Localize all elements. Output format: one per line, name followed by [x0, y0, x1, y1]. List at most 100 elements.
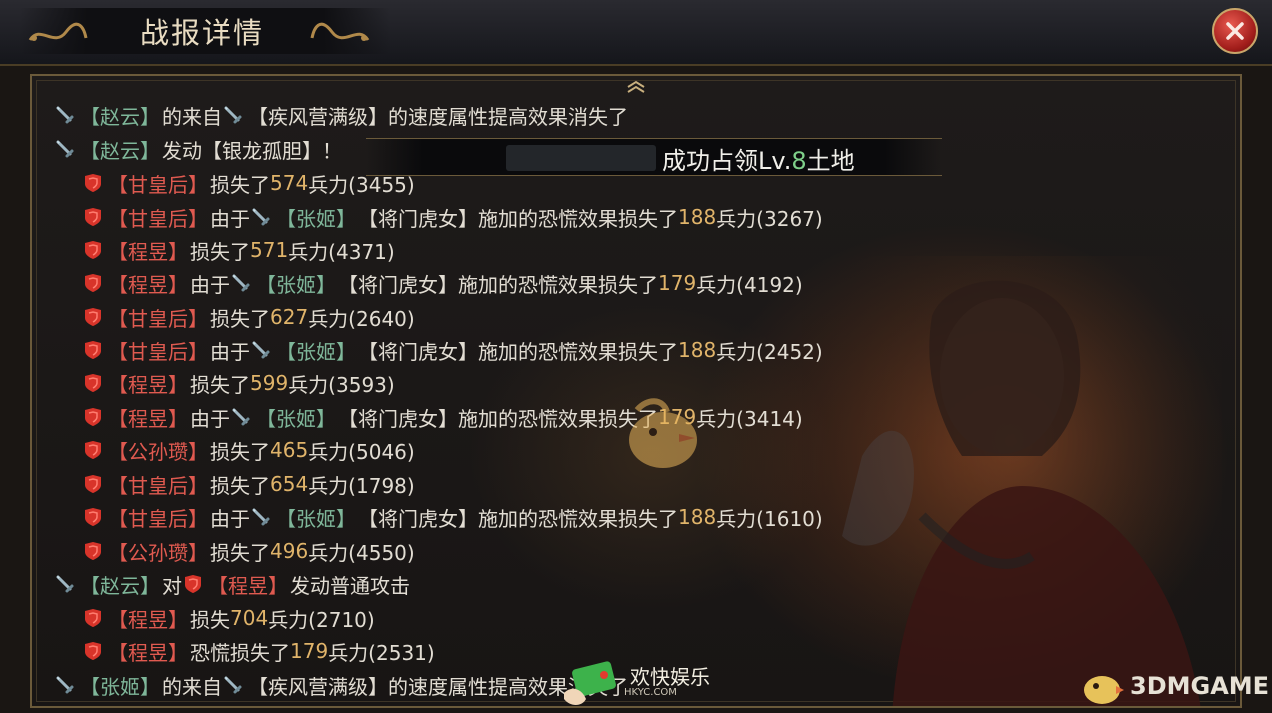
log-row: 【公孙瓒】 损失了 465 兵力(5046) — [82, 435, 415, 465]
ally-sword-icon — [56, 575, 74, 593]
troop-loss-number: 188 — [678, 205, 717, 229]
log-text: 损失了 — [190, 372, 250, 397]
enemy-general-name: 【程昱】 — [208, 573, 288, 598]
log-row: 【赵云】对 【程昱】 发动普通攻击 — [54, 569, 410, 599]
enemy-shield-icon — [85, 241, 101, 259]
log-text: 由于 — [210, 506, 250, 531]
log-text: 的来自 — [162, 674, 222, 699]
log-row: 【程昱】 损失 704 兵力(2710) — [82, 603, 375, 633]
troop-loss-number: 179 — [290, 639, 329, 663]
log-row: 【甘皇后】 由于 【张姬】 【将门虎女】施加的恐慌效果损失了 188 兵力(3267) — [82, 202, 823, 232]
skill-effect-text: 【将门虎女】施加的恐慌效果损失了 — [338, 406, 658, 431]
hero-portrait-illustration — [802, 256, 1222, 706]
watermark-3dm-logo-icon — [1084, 676, 1124, 704]
troop-remaining: 兵力(5046) — [308, 439, 415, 464]
troop-remaining: 兵力(2640) — [308, 306, 415, 331]
ally-general-name: 【张姬】 — [256, 272, 336, 297]
skill-sword-icon — [224, 106, 242, 124]
ally-sword-icon — [252, 341, 270, 359]
log-text: 损失了 — [210, 306, 270, 331]
enemy-general-name: 【公孙瓒】 — [108, 439, 208, 464]
log-row: 【甘皇后】 损失了 574 兵力(3455) — [82, 168, 415, 198]
ally-sword-icon — [56, 676, 74, 694]
troop-loss-number: 465 — [270, 438, 309, 462]
enemy-general-name: 【程昱】 — [108, 239, 188, 264]
ally-general-name: 【张姬】 — [276, 506, 356, 531]
battle-report-panel[interactable]: 成功占领Lv.8土地 【赵云】 的来自 【疾风营满级】 的速度属性提高效果消失了 【赵云… — [30, 74, 1242, 708]
banner-text: 成功占领Lv.8土地 — [662, 147, 855, 175]
skill-name: 【疾风营满级】 — [248, 674, 388, 699]
ally-general-name: 【张姬】 — [276, 206, 356, 231]
enemy-general-name: 【甘皇后】 — [108, 473, 208, 498]
enemy-shield-icon — [85, 174, 101, 192]
log-text: 损失了 — [210, 439, 270, 464]
watermark-chick-icon — [629, 398, 697, 468]
troop-loss-number: 704 — [230, 606, 269, 630]
troop-remaining: 兵力(2452) — [716, 339, 823, 364]
log-row: 【张姬】 的来自 【疾风营满级】 的速度属性提高效果消失了 — [54, 670, 628, 700]
ally-general-name: 【张姬】 — [256, 406, 336, 431]
ally-general-name: 【张姬】 — [80, 674, 160, 699]
skill-effect-text: 【将门虎女】施加的恐慌效果损失了 — [358, 339, 678, 364]
enemy-general-name: 【甘皇后】 — [108, 306, 208, 331]
log-row: 【程昱】 损失了 571 兵力(4371) — [82, 235, 395, 265]
troop-remaining: 兵力(2531) — [328, 640, 435, 665]
skill-effect-text: 【将门虎女】施加的恐慌效果损失了 — [338, 272, 658, 297]
troop-loss-number: 571 — [250, 238, 289, 262]
log-text: 由于 — [190, 272, 230, 297]
log-row: 【程昱】 恐慌损失了 179 兵力(2531) — [82, 636, 435, 666]
log-row: 【程昱】 由于 【张姬】 【将门虎女】施加的恐慌效果损失了 179 兵力(4192) — [82, 268, 803, 298]
log-text: 由于 — [190, 406, 230, 431]
enemy-shield-icon — [85, 274, 101, 292]
enemy-general-name: 【甘皇后】 — [108, 339, 208, 364]
log-text: 发动【银龙孤胆】！ — [162, 138, 342, 163]
log-text-rest: 的速度属性提高效果消失了 — [388, 104, 628, 129]
log-row: 【赵云】 的来自 【疾风营满级】 的速度属性提高效果消失了 — [54, 100, 628, 130]
enemy-shield-icon — [85, 308, 101, 326]
enemy-general-name: 【甘皇后】 — [108, 206, 208, 231]
skill-name: 【疾风营满级】 — [248, 104, 388, 129]
troop-remaining: 兵力(3455) — [308, 172, 415, 197]
log-text-rest: 发动普通攻击 — [290, 573, 410, 598]
log-text: 的来自 — [162, 104, 222, 129]
watermark-main-text: 欢快娱乐 — [630, 664, 710, 689]
log-row: 【甘皇后】 损失了 654 兵力(1798) — [82, 469, 415, 499]
skill-effect-text: 【将门虎女】施加的恐慌效果损失了 — [358, 506, 678, 531]
log-row: 【公孙瓒】 损失了 496 兵力(4550) — [82, 536, 415, 566]
scroll-up-icon[interactable] — [624, 80, 648, 94]
ally-sword-icon — [232, 408, 250, 426]
troop-remaining: 兵力(2710) — [268, 607, 375, 632]
page-title: 战报详情 — [140, 16, 265, 50]
log-text: 由于 — [210, 339, 250, 364]
enemy-shield-icon — [85, 475, 101, 493]
blurred-region — [506, 145, 656, 171]
troop-loss-number: 179 — [658, 271, 697, 295]
log-text: 对 — [162, 573, 182, 598]
log-row: 【甘皇后】 损失了 627 兵力(2640) — [82, 302, 415, 332]
close-button[interactable] — [1212, 8, 1258, 54]
enemy-general-name: 【程昱】 — [108, 640, 188, 665]
enemy-shield-icon — [85, 208, 101, 226]
occupy-banner: 成功占领Lv.8土地 — [366, 138, 942, 176]
dragon-ornament-right-icon — [310, 22, 370, 41]
skill-effect-text: 【将门虎女】施加的恐慌效果损失了 — [358, 206, 678, 231]
enemy-shield-icon — [85, 441, 101, 459]
watermark-3dm: 3DMGAME — [1080, 666, 1269, 706]
troop-remaining: 兵力(3267) — [716, 206, 823, 231]
log-text: 损失了 — [190, 239, 250, 264]
log-text: 由于 — [210, 206, 250, 231]
ally-general-name: 【张姬】 — [276, 339, 356, 364]
ally-sword-icon — [56, 140, 74, 158]
troop-remaining: 兵力(4550) — [308, 540, 415, 565]
enemy-shield-icon — [185, 575, 201, 593]
log-text: 恐慌损失了 — [190, 640, 290, 665]
watermark-hand-phone-icon — [564, 661, 616, 705]
ally-general-name: 【赵云】 — [80, 573, 160, 598]
log-row: 【甘皇后】 由于 【张姬】 【将门虎女】施加的恐慌效果损失了 188 兵力(1610) — [82, 502, 823, 532]
ally-sword-icon — [252, 208, 270, 226]
troop-remaining: 兵力(3593) — [288, 372, 395, 397]
log-text: 损失了 — [210, 473, 270, 498]
enemy-shield-icon — [85, 609, 101, 627]
troop-loss-number: 574 — [270, 171, 309, 195]
enemy-shield-icon — [85, 642, 101, 660]
